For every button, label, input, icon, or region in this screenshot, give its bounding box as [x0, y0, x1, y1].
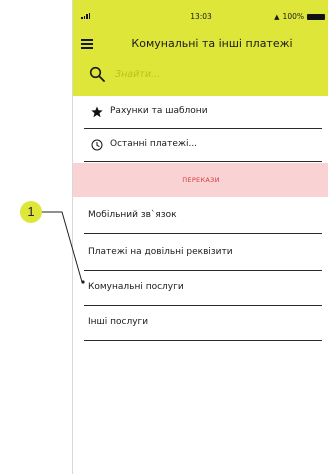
transfers-section-header: ПЕРЕКАЗИ [73, 163, 328, 197]
templates-row[interactable]: Рахунки та шаблони [84, 96, 322, 129]
battery-percent: 100% [282, 12, 304, 21]
title-bar: Комунальні та інші платежі [73, 34, 328, 56]
phone-screen: 13:03 ▲ 100% Комунальні та інші платежі … [72, 0, 328, 474]
list-item-other-services[interactable]: Інші послуги [84, 304, 322, 341]
star-icon [91, 106, 103, 118]
recent-payments-label: Останні платежі... [110, 139, 198, 149]
status-bar: 13:03 ▲ 100% [73, 12, 328, 24]
list-item-label: Мобільний зв`язок [88, 210, 177, 220]
list-item-utilities[interactable]: Комунальні послуги [84, 269, 322, 306]
hamburger-menu-icon[interactable] [81, 39, 93, 49]
clock-icon [91, 139, 103, 151]
list-item-mobile[interactable]: Мобільний зв`язок [84, 197, 322, 234]
search-icon [89, 66, 105, 82]
search-placeholder: Знайти... [115, 69, 161, 80]
templates-label: Рахунки та шаблони [110, 106, 208, 116]
list-item-arbitrary-requisites[interactable]: Платежі на довільні реквізити [84, 234, 322, 271]
list-item-label: Платежі на довільні реквізити [88, 247, 233, 257]
callout-badge: 1 [20, 201, 42, 223]
battery-icon [307, 13, 325, 20]
recent-payments-row[interactable]: Останні платежі... [84, 129, 322, 162]
alarm-icon: ▲ [274, 12, 280, 21]
list-item-label: Комунальні послуги [88, 282, 184, 292]
section-label: ПЕРЕКАЗИ [182, 176, 220, 184]
list-item-label: Інші послуги [88, 317, 149, 327]
search-input[interactable]: Знайти... [89, 66, 289, 84]
page-title: Комунальні та інші платежі [131, 37, 293, 50]
app-header: 13:03 ▲ 100% Комунальні та інші платежі … [73, 0, 328, 96]
